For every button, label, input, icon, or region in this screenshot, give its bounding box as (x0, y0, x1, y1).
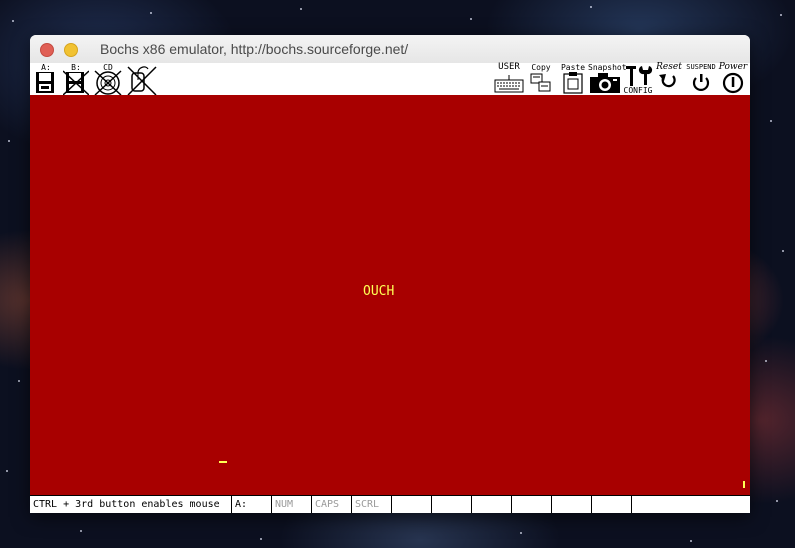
mouse-button[interactable] (126, 63, 158, 95)
bochs-window: Bochs x86 emulator, http://bochs.sourcef… (30, 35, 750, 513)
user-button[interactable]: USER (493, 63, 525, 95)
screen-message: OUCH (363, 284, 395, 299)
copy-button[interactable]: Copy (528, 63, 554, 95)
power-icon (722, 72, 744, 94)
copy-icon (530, 73, 551, 92)
camera-icon (590, 73, 620, 93)
status-cell (391, 496, 431, 513)
window-title: Bochs x86 emulator, http://bochs.sourcef… (100, 41, 409, 57)
status-cell (431, 496, 471, 513)
status-cell (511, 496, 551, 513)
status-cell (631, 496, 750, 513)
tools-config-icon (626, 66, 653, 86)
floppy-a-button[interactable]: A: (33, 63, 59, 95)
snapshot-button[interactable]: Snapshot (588, 63, 627, 95)
minimize-button[interactable] (64, 43, 78, 57)
reset-button[interactable]: Reset (653, 63, 685, 95)
config-button[interactable]: CONFIG (623, 63, 653, 95)
floppy-disk-ejected-icon (63, 70, 89, 95)
cdrom-disc-icon (94, 70, 122, 95)
close-button[interactable] (40, 43, 54, 57)
power-button[interactable]: Power (716, 63, 750, 95)
status-bar: CTRL + 3rd button enables mouse A: NUM C… (30, 495, 750, 513)
mouse-hint: CTRL + 3rd button enables mouse (33, 499, 220, 510)
toolbar: A: B: CD USER Copy Paste Snapshot CONFIG… (30, 63, 750, 95)
text-cursor (219, 461, 227, 463)
mouse-disabled-icon (127, 66, 157, 95)
suspend-icon (692, 74, 710, 91)
floppy-disk-icon (36, 72, 54, 93)
suspend-button[interactable]: SUSPEND (685, 63, 717, 95)
reset-arrow-icon (659, 74, 676, 88)
title-bar[interactable]: Bochs x86 emulator, http://bochs.sourcef… (30, 35, 750, 64)
floppy-b-button[interactable]: B: (63, 63, 89, 95)
screen-edge-mark (743, 481, 745, 488)
num-lock-indicator: NUM (271, 496, 311, 513)
caps-lock-indicator: CAPS (311, 496, 351, 513)
cdrom-button[interactable]: CD (93, 63, 123, 95)
scroll-lock-indicator: SCRL (351, 496, 391, 513)
keyboard-icon (494, 75, 524, 93)
status-cell (551, 496, 591, 513)
drive-indicator: A: (231, 496, 271, 513)
clipboard-icon (563, 72, 583, 94)
paste-button[interactable]: Paste (560, 63, 586, 95)
emulator-display[interactable]: OUCH (30, 95, 750, 495)
status-cell (471, 496, 511, 513)
status-cell (591, 496, 631, 513)
